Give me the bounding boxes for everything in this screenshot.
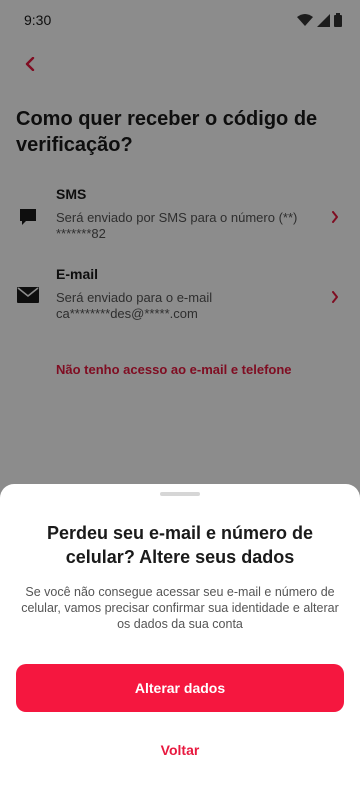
sheet-drag-handle[interactable] (160, 492, 200, 496)
sheet-text: Se você não consegue acessar seu e-mail … (21, 585, 339, 631)
change-data-button[interactable]: Alterar dados (16, 664, 344, 712)
back-link[interactable]: Voltar (0, 742, 360, 758)
bottom-sheet: Perdeu seu e-mail e número de celular? A… (0, 484, 360, 800)
sheet-title: Perdeu seu e-mail e número de celular? A… (46, 523, 314, 567)
